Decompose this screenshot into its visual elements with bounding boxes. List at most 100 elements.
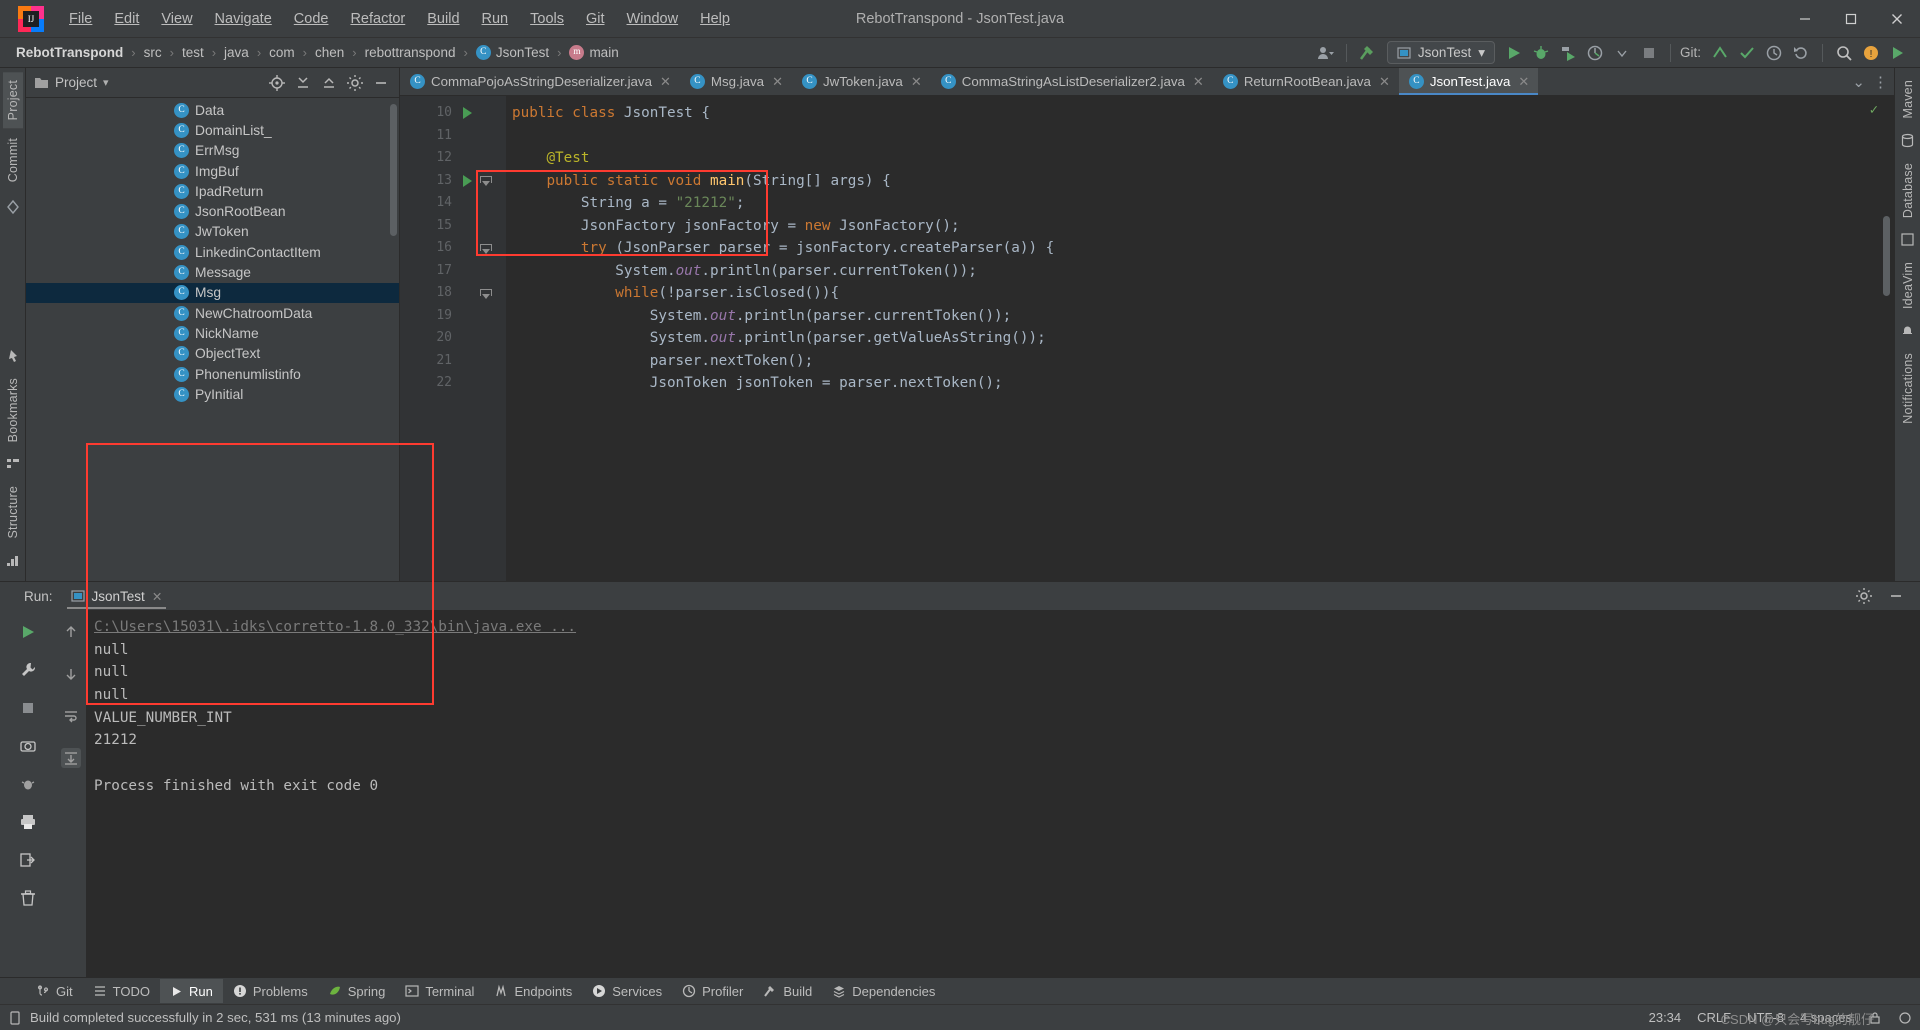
run-gutter-icon[interactable]: [463, 175, 472, 187]
project-tree[interactable]: CData CDomainList_ CErrMsg CImgBuf CIpad…: [26, 98, 399, 581]
editor-tab-commastringaslistdeserializer2[interactable]: C CommaStringAsListDeserializer2.java ✕: [931, 68, 1213, 95]
pull-requests-icon[interactable]: [3, 197, 23, 217]
code-editor[interactable]: 10 11 12 13 14 15 16 17 18 19 20 21 22: [400, 96, 1894, 581]
tree-item[interactable]: CDomainList_: [26, 120, 399, 140]
breadcrumb-item-chen[interactable]: chen: [311, 43, 348, 62]
collapse-all-icon[interactable]: [317, 71, 341, 95]
console-command-link[interactable]: C:\Users\15031\.idks\corretto-1.8.0_332\…: [94, 619, 576, 635]
run-icon[interactable]: [1502, 41, 1526, 65]
tree-item[interactable]: CData: [26, 100, 399, 120]
menu-navigate[interactable]: Navigate: [204, 7, 283, 31]
sidebar-item-bookmarks[interactable]: Bookmarks: [3, 370, 23, 450]
tree-scrollbar[interactable]: [390, 104, 397, 236]
sidebar-item-commit[interactable]: Commit: [3, 130, 23, 190]
breadcrumb-item-test[interactable]: test: [178, 43, 208, 62]
settings-icon[interactable]: [343, 71, 367, 95]
debug-icon[interactable]: [1529, 41, 1553, 65]
profiler-icon[interactable]: [1583, 41, 1607, 65]
print-icon[interactable]: [18, 812, 38, 832]
tree-item[interactable]: CImgBuf: [26, 161, 399, 181]
editor-tab-jsontest[interactable]: C JsonTest.java ✕: [1399, 68, 1538, 95]
tool-window-dependencies[interactable]: Dependencies: [822, 979, 945, 1003]
export-icon[interactable]: [18, 850, 38, 870]
tool-window-build[interactable]: Build: [753, 979, 822, 1003]
tool-window-run[interactable]: Run: [160, 979, 223, 1003]
run-configuration-selector[interactable]: JsonTest ▾: [1387, 41, 1495, 64]
thread-dump-icon[interactable]: [18, 774, 38, 794]
editor-code-text[interactable]: public class JsonTest { @Test public sta…: [506, 96, 1894, 581]
breadcrumb-item-main[interactable]: m main: [565, 43, 622, 62]
expand-all-icon[interactable]: [291, 71, 315, 95]
git-update-icon[interactable]: [1708, 41, 1732, 65]
camera-icon[interactable]: [18, 736, 38, 756]
notifications-icon[interactable]: !: [1859, 41, 1883, 65]
editor-tab-msg[interactable]: C Msg.java ✕: [680, 68, 792, 95]
tree-item[interactable]: CObjectText: [26, 344, 399, 364]
close-icon[interactable]: ✕: [911, 74, 922, 90]
gear-icon[interactable]: [1852, 584, 1876, 608]
sidebar-item-notifications[interactable]: Notifications: [1898, 345, 1918, 432]
wrench-icon[interactable]: [18, 660, 38, 680]
run-gutter-icon[interactable]: [463, 107, 472, 119]
editor-tab-commapojoasstringdeserializer[interactable]: C CommaPojoAsStringDeserializer.java ✕: [400, 68, 680, 95]
sidebar-item-ideavim[interactable]: IdeaVim: [1898, 254, 1918, 317]
breadcrumb-item-project[interactable]: RebotTranspond: [12, 43, 127, 62]
tree-item[interactable]: CJwToken: [26, 222, 399, 242]
chevron-down-icon[interactable]: ▾: [103, 76, 109, 89]
maximize-button[interactable]: [1828, 0, 1874, 38]
database-icon[interactable]: [1898, 131, 1918, 151]
up-arrow-icon[interactable]: [61, 622, 81, 642]
breadcrumb-item-com[interactable]: com: [265, 43, 299, 62]
breadcrumb-item-src[interactable]: src: [140, 43, 166, 62]
editor-scrollbar[interactable]: [1883, 216, 1890, 296]
editor-tab-jwtoken[interactable]: C JwToken.java ✕: [792, 68, 931, 95]
down-arrow-icon[interactable]: [61, 664, 81, 684]
breadcrumb-item-java[interactable]: java: [220, 43, 253, 62]
close-icon[interactable]: ✕: [1379, 74, 1390, 90]
tree-item[interactable]: CMessage: [26, 262, 399, 282]
close-icon[interactable]: ✕: [772, 74, 783, 90]
menu-tools[interactable]: Tools: [519, 7, 575, 31]
minimize-button[interactable]: [1782, 0, 1828, 38]
tool-window-git[interactable]: Git: [26, 979, 83, 1003]
tree-item[interactable]: CNickName: [26, 323, 399, 343]
menu-file[interactable]: File: [58, 7, 103, 31]
menu-edit[interactable]: Edit: [103, 7, 150, 31]
tool-window-endpoints[interactable]: Endpoints: [484, 979, 582, 1003]
breadcrumb-item-jsontest[interactable]: C JsonTest: [472, 43, 553, 62]
build-hammer-icon[interactable]: [1356, 41, 1380, 65]
sidebar-item-structure[interactable]: Structure: [3, 478, 23, 547]
notifications-rail-icon[interactable]: [1898, 321, 1918, 341]
chevron-down-icon[interactable]: [1610, 41, 1634, 65]
tree-item[interactable]: CNewChatroomData: [26, 303, 399, 323]
trash-icon[interactable]: [18, 888, 38, 908]
tool-window-terminal[interactable]: Terminal: [395, 979, 484, 1003]
tree-item[interactable]: CErrMsg: [26, 141, 399, 161]
tree-item[interactable]: CPhonenumlistinfo: [26, 364, 399, 384]
menu-git[interactable]: Git: [575, 7, 616, 31]
tool-window-spring[interactable]: Spring: [318, 979, 396, 1003]
close-icon[interactable]: ✕: [660, 74, 671, 90]
menu-view[interactable]: View: [150, 7, 203, 31]
tree-item[interactable]: CJsonRootBean: [26, 201, 399, 221]
tree-item[interactable]: CLinkedinContactItem: [26, 242, 399, 262]
stop-icon[interactable]: [18, 698, 38, 718]
breadcrumb-item-rebottranspond[interactable]: rebottranspond: [361, 43, 460, 62]
structure-icon[interactable]: [3, 454, 23, 474]
git-commit-icon[interactable]: [1735, 41, 1759, 65]
close-icon[interactable]: ✕: [152, 589, 162, 604]
menu-build[interactable]: Build: [416, 7, 470, 31]
sidebar-item-maven[interactable]: Maven: [1898, 72, 1918, 127]
user-avatar-icon[interactable]: [1313, 41, 1337, 65]
menu-run[interactable]: Run: [471, 7, 520, 31]
tool-window-todo[interactable]: TODO: [83, 979, 160, 1003]
fold-icon[interactable]: [480, 288, 491, 299]
menu-refactor[interactable]: Refactor: [339, 7, 416, 31]
terminal-rail-icon[interactable]: [3, 551, 23, 571]
run-tab-jsontest[interactable]: JsonTest ✕: [63, 586, 171, 607]
scroll-to-end-icon[interactable]: [61, 748, 81, 768]
close-icon[interactable]: ✕: [1518, 74, 1529, 90]
menu-window[interactable]: Window: [616, 7, 690, 31]
tool-window-profiler[interactable]: Profiler: [672, 979, 753, 1003]
fold-icon[interactable]: [480, 243, 491, 254]
